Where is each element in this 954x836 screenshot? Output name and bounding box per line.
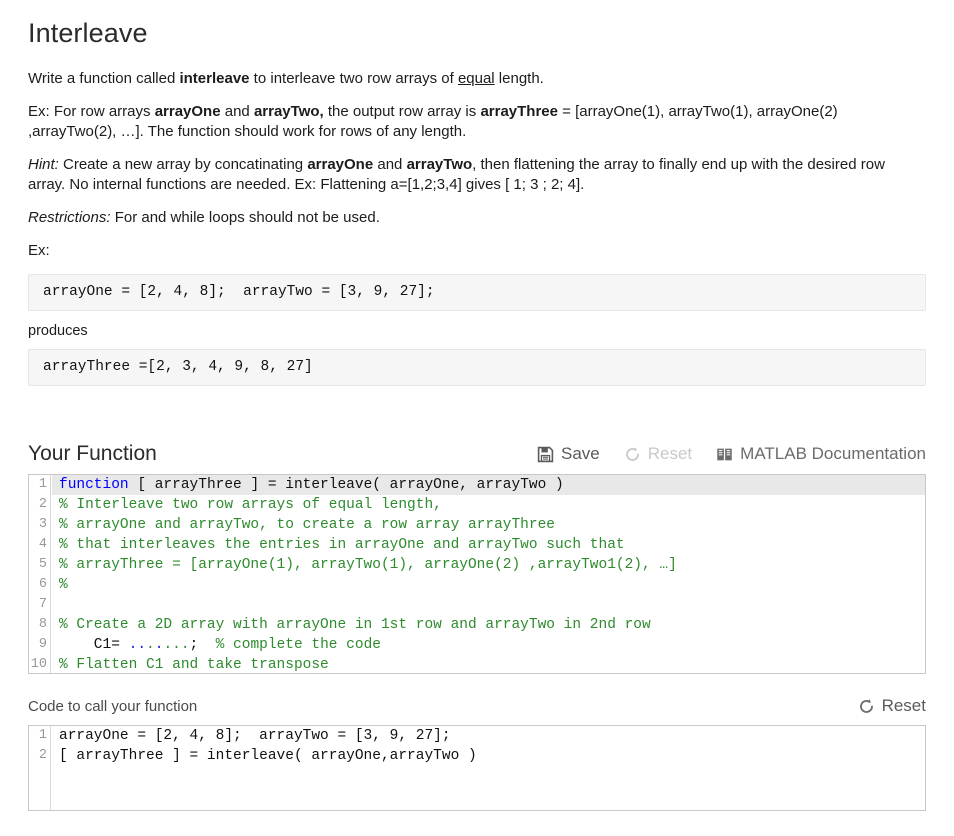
line-number: 8 bbox=[38, 617, 47, 632]
description-paragraph-hint: Hint: Create a new array by concatinatin… bbox=[28, 155, 926, 195]
matlab-documentation-link[interactable]: MATLAB Documentation bbox=[716, 444, 926, 464]
code-token: % Interleave two row arrays of equal len… bbox=[59, 497, 442, 513]
call-function-header: Code to call your function Reset bbox=[28, 696, 926, 716]
produces-label: produces bbox=[28, 323, 88, 339]
function-editor-code[interactable]: function [ arrayThree ] = interleave( ar… bbox=[52, 475, 925, 673]
reset-label: Reset bbox=[647, 444, 693, 463]
line-number: 1 bbox=[38, 728, 47, 743]
call-editor-code[interactable]: arrayOne = [2, 4, 8]; arrayTwo = [3, 9, … bbox=[52, 726, 925, 810]
code-token: % arrayThree = [arrayOne(1), arrayTwo(1)… bbox=[59, 557, 677, 573]
code-line: % bbox=[59, 575, 925, 595]
text-run: Hint: bbox=[28, 156, 59, 173]
code-line: % that interleaves the entries in arrayO… bbox=[59, 535, 925, 555]
text-run: Create a new array by concatinating bbox=[58, 156, 308, 173]
code-line: % Interleave two row arrays of equal len… bbox=[59, 495, 925, 515]
code-line: % Flatten C1 and take transpose bbox=[59, 655, 925, 673]
code-line: % arrayThree = [arrayOne(1), arrayTwo(1)… bbox=[59, 555, 925, 575]
text-run: and bbox=[220, 103, 254, 120]
code-token: C1= bbox=[59, 637, 129, 653]
text-run: and bbox=[373, 156, 407, 173]
code-token: .. bbox=[128, 637, 147, 653]
text-run: the output row array is bbox=[323, 103, 481, 120]
text-run: Ex: For row arrays bbox=[28, 103, 155, 120]
text-run: arrayOne bbox=[307, 156, 374, 173]
code-token: ; bbox=[189, 637, 199, 653]
code-token: ... bbox=[163, 637, 190, 653]
code-token: % Create a 2D array with arrayOne in 1st… bbox=[59, 617, 651, 633]
code-line: arrayOne = [2, 4, 8]; arrayTwo = [3, 9, … bbox=[59, 728, 451, 744]
save-label: Save bbox=[561, 444, 600, 463]
floppy-disk-icon bbox=[537, 446, 554, 463]
text-run: to interleave two row arrays of bbox=[249, 70, 458, 87]
function-editor-gutter: 1234567891011 bbox=[29, 475, 51, 673]
code-line: C1= .......; % complete the code bbox=[59, 635, 925, 655]
reset-call-label: Reset bbox=[881, 696, 926, 715]
example-heading: Ex: bbox=[28, 242, 50, 259]
code-token: % complete the code bbox=[198, 637, 381, 653]
description-paragraph-restrictions: Restrictions: For and while loops should… bbox=[28, 208, 926, 228]
line-number: 4 bbox=[38, 537, 47, 552]
line-number: 2 bbox=[38, 748, 47, 763]
line-number: 10 bbox=[30, 657, 47, 672]
reset-function-button[interactable]: Reset bbox=[624, 444, 692, 464]
example-input-codebox: arrayOne = [2, 4, 8]; arrayTwo = [3, 9, … bbox=[28, 274, 926, 311]
function-code-editor[interactable]: 1234567891011 function [ arrayThree ] = … bbox=[28, 474, 926, 674]
your-function-header: Your Function Save Reset MATLAB Document… bbox=[28, 442, 926, 466]
refresh-icon bbox=[624, 446, 641, 463]
text-run: Restrictions: bbox=[28, 209, 111, 226]
text-run: arrayOne bbox=[154, 103, 221, 120]
line-number: 3 bbox=[38, 517, 47, 532]
code-token: [ arrayThree ] = interleave( arrayOne, a… bbox=[128, 477, 564, 493]
call-function-title: Code to call your function bbox=[28, 697, 198, 715]
description-paragraph-1: Write a function called interleave to in… bbox=[28, 69, 926, 89]
code-token: % Flatten C1 and take transpose bbox=[59, 657, 329, 673]
line-number: 9 bbox=[38, 637, 47, 652]
open-book-icon bbox=[716, 446, 733, 463]
your-function-title: Your Function bbox=[28, 442, 157, 465]
code-token: % arrayOne and arrayTwo, to create a row… bbox=[59, 517, 555, 533]
text-run: arrayTwo bbox=[406, 156, 473, 173]
page-title: Interleave bbox=[28, 18, 148, 48]
text-run: Write a function called bbox=[28, 70, 180, 87]
description-paragraph-example: Ex: For row arrays arrayOne and arrayTwo… bbox=[28, 102, 926, 142]
example-output-codebox: arrayThree =[2, 3, 4, 9, 8, 27] bbox=[28, 349, 926, 386]
text-run: arrayTwo, bbox=[253, 103, 324, 120]
call-editor-gutter: 12 bbox=[29, 726, 51, 810]
call-code-editor[interactable]: 12 arrayOne = [2, 4, 8]; arrayTwo = [3, … bbox=[28, 725, 926, 811]
line-number: 1 bbox=[38, 477, 47, 492]
code-line: [ arrayThree ] = interleave( arrayOne,ar… bbox=[59, 748, 477, 764]
code-token: . bbox=[146, 637, 155, 653]
text-run: equal bbox=[457, 70, 495, 87]
line-number: 5 bbox=[38, 557, 47, 572]
exercise-page: Interleave Write a function called inter… bbox=[0, 0, 954, 811]
line-number: 2 bbox=[38, 497, 47, 512]
text-run: arrayThree bbox=[480, 103, 558, 120]
code-line: function [ arrayThree ] = interleave( ar… bbox=[52, 475, 925, 495]
save-button[interactable]: Save bbox=[537, 444, 600, 464]
text-run: interleave bbox=[179, 70, 250, 87]
editor-toolbar: Save Reset MATLAB Documentation bbox=[537, 444, 926, 466]
matlab-documentation-label: MATLAB Documentation bbox=[740, 444, 926, 463]
line-number: 7 bbox=[38, 597, 47, 612]
line-number: 6 bbox=[38, 577, 47, 592]
refresh-icon bbox=[858, 698, 875, 715]
text-run: For and while loops should not be used. bbox=[110, 209, 380, 226]
text-run: length. bbox=[494, 70, 544, 87]
reset-call-button[interactable]: Reset bbox=[858, 696, 926, 716]
code-token: % bbox=[59, 577, 68, 593]
code-line: % Create a 2D array with arrayOne in 1st… bbox=[59, 615, 925, 635]
code-token: function bbox=[59, 477, 129, 493]
code-line: % arrayOne and arrayTwo, to create a row… bbox=[59, 515, 925, 535]
code-token: % that interleaves the entries in arrayO… bbox=[59, 537, 625, 553]
